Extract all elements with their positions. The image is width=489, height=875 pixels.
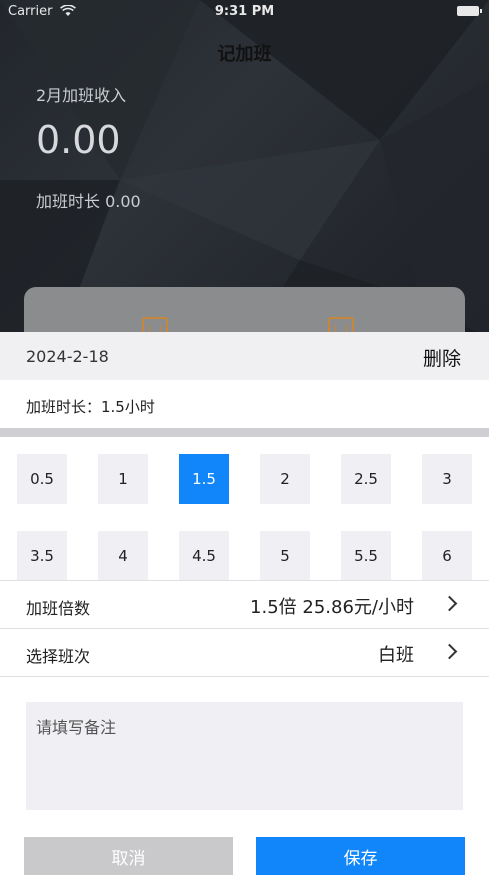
monthly-income-label: 2月加班收入 bbox=[36, 86, 127, 105]
multiplier-row[interactable]: 加班倍数 1.5倍 25.86元/小时 bbox=[0, 580, 489, 629]
hour-option[interactable]: 5 bbox=[260, 531, 310, 581]
hour-option[interactable]: 1 bbox=[98, 454, 148, 504]
duration-row: 加班时长：1.5小时 bbox=[0, 380, 489, 430]
hour-option[interactable]: 1.5 bbox=[179, 454, 229, 504]
hour-option[interactable]: 0.5 bbox=[17, 454, 67, 504]
shift-row[interactable]: 选择班次 白班 bbox=[0, 628, 489, 677]
hour-option[interactable]: 2 bbox=[260, 454, 310, 504]
status-bar: Carrier 9:31 PM bbox=[0, 0, 489, 24]
selected-date: 2024-2-18 bbox=[26, 347, 109, 366]
hour-option[interactable]: 5.5 bbox=[341, 531, 391, 581]
shift-value: 白班 bbox=[378, 645, 414, 666]
sheet-header: 2024-2-18 删除 bbox=[0, 332, 489, 380]
multiplier-label: 加班倍数 bbox=[26, 599, 91, 618]
chevron-right-icon bbox=[441, 595, 458, 612]
save-button[interactable]: 保存 bbox=[256, 837, 465, 875]
monthly-income-value: 0.00 bbox=[36, 118, 121, 162]
multiplier-value: 1.5倍 25.86元/小时 bbox=[250, 597, 414, 618]
chevron-right-icon bbox=[441, 643, 458, 660]
hour-option[interactable]: 3.5 bbox=[17, 531, 67, 581]
delete-button[interactable]: 删除 bbox=[423, 344, 461, 371]
divider bbox=[0, 428, 489, 437]
battery-icon bbox=[457, 6, 482, 16]
hour-option[interactable]: 4.5 bbox=[179, 531, 229, 581]
hour-option[interactable]: 4 bbox=[98, 531, 148, 581]
shift-label: 选择班次 bbox=[26, 647, 91, 666]
hour-option[interactable]: 2.5 bbox=[341, 454, 391, 504]
hour-option[interactable]: 3 bbox=[422, 454, 472, 504]
duration-text: 加班时长：1.5小时 bbox=[26, 398, 155, 416]
remark-input[interactable] bbox=[26, 702, 463, 810]
page-title: 记加班 bbox=[217, 44, 272, 65]
overtime-duration-summary: 加班时长 0.00 bbox=[36, 192, 141, 211]
divider bbox=[0, 676, 489, 677]
clock: 9:31 PM bbox=[214, 4, 275, 19]
cancel-button[interactable]: 取消 bbox=[24, 837, 233, 875]
hour-option[interactable]: 6 bbox=[422, 531, 472, 581]
